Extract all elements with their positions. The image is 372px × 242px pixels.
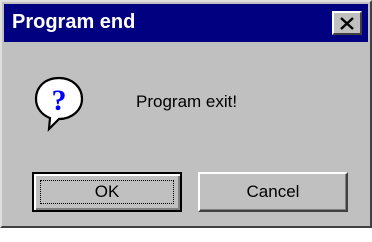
ok-button[interactable]: OK xyxy=(32,172,182,212)
title-bar[interactable]: Program end xyxy=(4,4,368,42)
close-button[interactable] xyxy=(332,11,362,35)
ok-button-label: OK xyxy=(94,182,120,201)
dialog-title: Program end xyxy=(12,11,136,33)
cancel-button[interactable]: Cancel xyxy=(198,172,348,212)
dialog-window: Program end ? Program exit! OK Cancel xyxy=(0,0,372,228)
question-icon: ? xyxy=(32,74,88,134)
dialog-message: Program exit! xyxy=(136,92,238,111)
cancel-button-label: Cancel xyxy=(246,182,300,201)
svg-text:?: ? xyxy=(52,84,67,117)
close-icon xyxy=(340,16,354,30)
